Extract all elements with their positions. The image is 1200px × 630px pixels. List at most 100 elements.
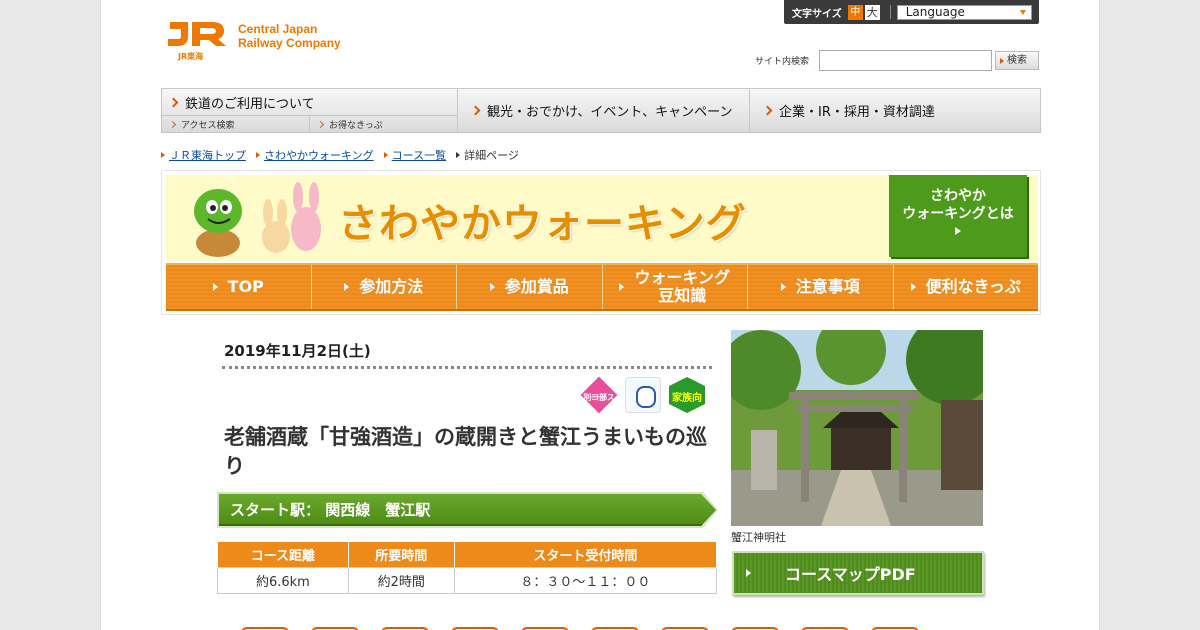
breadcrumb-item: ＪＲ東海トップ — [161, 147, 246, 163]
chevron-right-icon — [470, 105, 481, 116]
partial-separate-course-icon: 一部 別コース — [581, 377, 617, 413]
language-select-label: Language — [905, 4, 965, 19]
family-icon-text: 家族向 — [672, 393, 702, 404]
table-header-row: コース距離 所要時間 スタート受付時間 — [217, 541, 718, 568]
about-line2: ウォーキングとは — [902, 206, 1014, 222]
table-cell-start-time: ８：３０～１１：００ — [453, 567, 718, 594]
banner-title: さわやかウォーキング — [338, 201, 747, 247]
nav-rail-usage-label: 鉄道のご利用について — [185, 96, 315, 112]
nav-rail-subitems: アクセス検索 お得なきっぷ — [162, 116, 457, 132]
nav-access-search-label: アクセス検索 — [181, 120, 235, 131]
table-header-start-time: スタート受付時間 — [453, 541, 718, 568]
course-photo — [731, 330, 983, 526]
triangle-right-icon — [344, 283, 350, 291]
site-search: サイト内検索 検索 — [755, 50, 1039, 71]
subnav-how-to-join-label: 参加方法 — [359, 277, 424, 296]
course-map-pdf-label: コースマップPDF — [785, 565, 916, 584]
triangle-right-icon — [161, 152, 165, 158]
dotted-divider — [222, 366, 712, 369]
partial-course-icon-line2: 別コース — [583, 393, 615, 402]
table-header-duration: 所要時間 — [347, 541, 455, 568]
subnav-prizes-label: 参加賞品 — [504, 277, 569, 296]
triangle-right-icon — [212, 283, 218, 291]
nav-corporate[interactable]: 企業・IR・採用・資材調達 — [750, 89, 1040, 132]
breadcrumb-link-courses[interactable]: コース一覧 — [392, 147, 446, 163]
nav-discount-tickets-label: お得なきっぷ — [329, 120, 383, 131]
nav-tourism-label: 観光・おでかけ、イベント、キャンペーン — [487, 105, 733, 120]
subnav-how-to-join[interactable]: 参加方法 — [311, 265, 457, 309]
table-header-distance: コース距離 — [217, 541, 349, 568]
triangle-right-icon — [780, 283, 786, 291]
language-select[interactable]: Language — [896, 4, 1032, 20]
triangle-right-icon — [489, 283, 495, 291]
utility-bar: 文字サイズ 中 大 Language — [784, 0, 1039, 24]
company-name-line1: Central Japan — [238, 22, 318, 36]
table-cell-duration: 約2時間 — [347, 567, 455, 594]
subnav-prizes[interactable]: 参加賞品 — [457, 265, 603, 309]
nav-rail-usage[interactable]: 鉄道のご利用について — [162, 89, 457, 117]
breadcrumb-current: 詳細ページ — [464, 149, 519, 162]
search-label: サイト内検索 — [754, 57, 809, 67]
nav-discount-tickets[interactable]: お得なきっぷ — [310, 116, 457, 132]
subnav-top-label: TOP — [227, 277, 264, 296]
triangle-right-icon — [955, 227, 961, 235]
triangle-right-icon — [910, 283, 916, 291]
triangle-right-icon — [456, 152, 461, 158]
table-row: 約6.6km 約2時間 ８：３０～１１：００ — [217, 567, 718, 594]
breadcrumb-link-top[interactable]: ＪＲ東海トップ — [169, 147, 246, 163]
triangle-right-icon — [619, 283, 625, 291]
font-size-label: 文字サイズ — [792, 8, 842, 20]
chevron-down-icon — [1019, 9, 1026, 15]
search-button[interactable]: 検索 — [995, 51, 1039, 70]
company-name: Central Japan Railway Company — [238, 22, 341, 50]
chevron-right-icon — [168, 120, 177, 128]
family-friendly-icon: 家族向 — [669, 377, 705, 413]
subnav-tickets[interactable]: 便利なきっぷ — [893, 265, 1038, 309]
chevron-right-icon — [762, 105, 773, 116]
nav-access-search[interactable]: アクセス検索 — [162, 116, 310, 132]
subnav-top[interactable]: TOP — [166, 265, 312, 309]
triangle-right-icon — [256, 152, 260, 158]
font-size-large-button[interactable]: 大 — [864, 4, 880, 20]
breadcrumb-link-walking[interactable]: さわやかウォーキング — [264, 147, 374, 163]
breadcrumb-item: 詳細ページ — [456, 147, 519, 163]
logo-subtitle: JR東海 — [178, 52, 204, 61]
breadcrumb: ＪＲ東海トップ さわやかウォーキング コース一覧 詳細ページ — [161, 147, 529, 163]
sawayaka-walking-banner: さわやかウォーキング さわやか ウォーキングとは TOP 参加方法 参加賞品 ウ… — [161, 170, 1041, 315]
subnav-tickets-label: 便利なきっぷ — [925, 277, 1021, 296]
course-map-pdf-button[interactable]: コースマップPDF — [732, 551, 984, 595]
nav-corporate-label: 企業・IR・採用・資材調達 — [779, 105, 935, 120]
triangle-right-icon — [746, 569, 751, 577]
search-input[interactable] — [819, 50, 992, 71]
nav-tourism[interactable]: 観光・おでかけ、イベント、キャンペーン — [458, 89, 750, 132]
divider — [889, 5, 891, 19]
about-walking-button[interactable]: さわやか ウォーキングとは — [889, 175, 1027, 257]
banner-header: さわやかウォーキング さわやか ウォーキングとは — [166, 175, 1038, 261]
partial-course-icon-text: 一部 別コース — [581, 385, 617, 402]
breadcrumb-item: さわやかウォーキング — [256, 147, 374, 163]
subnav-walking-tips-label: ウォーキング 豆知識 — [634, 269, 730, 305]
subnav-walking-tips[interactable]: ウォーキング 豆知識 — [602, 265, 748, 309]
subnav-walking-tips-line1: ウォーキング — [634, 268, 731, 287]
triangle-right-icon — [383, 152, 388, 158]
course-info-table: コース距離 所要時間 スタート受付時間 約6.6km 約2時間 ８：３０～１１：… — [217, 541, 718, 594]
chevron-right-icon — [316, 120, 325, 128]
breadcrumb-item: コース一覧 — [383, 147, 446, 163]
global-nav: 鉄道のご利用について アクセス検索 お得なきっぷ 観光・おでかけ、イベント、キャ… — [161, 88, 1041, 133]
pet-friendly-icon — [625, 377, 661, 413]
walking-subnav: TOP 参加方法 参加賞品 ウォーキング 豆知識 注意事項 便利なきっぷ — [166, 263, 1038, 311]
chevron-right-icon — [168, 97, 179, 108]
course-date: 2019年11月2日(土) — [224, 342, 371, 360]
course-icons: 一部 別コース 家族向 — [581, 377, 705, 413]
global-nav-rail-group: 鉄道のご利用について アクセス検索 お得なきっぷ — [162, 89, 458, 132]
subnav-notes[interactable]: 注意事項 — [748, 265, 894, 309]
font-size-medium-button[interactable]: 中 — [847, 4, 863, 20]
company-name-line2: Railway Company — [238, 36, 341, 50]
mascot-illustration — [194, 182, 321, 257]
subnav-notes-label: 注意事項 — [795, 277, 860, 296]
start-station-banner: スタート駅： 関西線 蟹江駅 — [219, 494, 716, 526]
page: 文字サイズ 中 大 Language Central Japan Railway… — [100, 0, 1100, 630]
shrine-photo-image — [731, 330, 983, 526]
jr-central-logo[interactable]: Central Japan Railway Company JR東海 — [166, 16, 341, 61]
about-line1: さわやか — [930, 188, 986, 204]
